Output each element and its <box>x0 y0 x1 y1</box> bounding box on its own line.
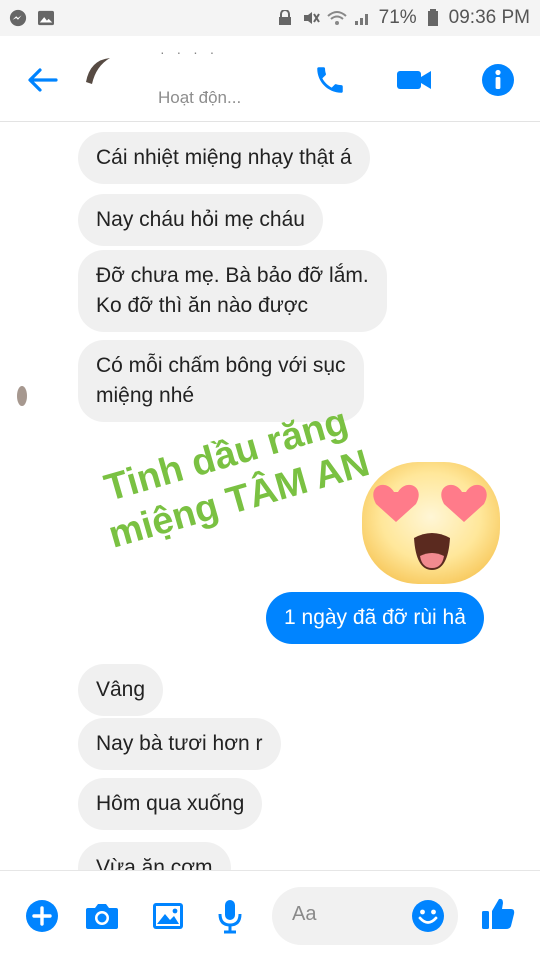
messenger-screen: 71% 09:36 PM · · · · Hoạt độn... Cái nhi… <box>0 0 540 960</box>
avatar[interactable] <box>84 52 130 98</box>
message-list[interactable]: Cái nhiệt miệng nhạy thật á Nay cháu hỏi… <box>0 122 540 870</box>
message-input[interactable]: Aa <box>272 887 458 945</box>
clock: 09:36 PM <box>448 7 530 28</box>
voice-record-button[interactable] <box>210 896 250 936</box>
gallery-button[interactable] <box>148 896 188 936</box>
messenger-icon <box>8 8 28 28</box>
video-icon <box>397 71 431 89</box>
heart-eyes-emoji <box>356 452 506 592</box>
plus-icon <box>26 900 58 932</box>
battery-percent: 71% <box>378 7 417 28</box>
emoji-icon <box>412 900 444 932</box>
emoji-button[interactable] <box>410 898 446 934</box>
composer-bar: Aa <box>0 870 540 960</box>
status-bar: 71% 09:36 PM <box>0 0 540 36</box>
gallery-icon <box>36 8 56 28</box>
sender-avatar <box>12 380 42 410</box>
voice-call-button[interactable] <box>308 58 352 102</box>
chat-header: · · · · Hoạt độn... <box>0 36 540 122</box>
camera-icon <box>86 904 118 929</box>
message-bubble[interactable]: Vừa ăn cơm <box>78 842 231 870</box>
message-bubble-sent[interactable]: 1 ngày đã đỡ rùi hả <box>266 592 484 644</box>
thumbs-up-icon <box>482 898 515 929</box>
like-button[interactable] <box>478 894 518 934</box>
message-bubble[interactable]: Đỡ chưa mẹ. Bà bảo đỡ lắm. Ko đỡ thì ăn … <box>78 250 387 332</box>
signal-icon <box>353 8 373 28</box>
info-icon <box>482 64 514 96</box>
battery-icon <box>423 8 443 28</box>
lock-icon <box>275 8 295 28</box>
message-bubble[interactable]: Cái nhiệt miệng nhạy thật á <box>78 132 370 184</box>
camera-button[interactable] <box>82 896 122 936</box>
mute-icon <box>301 8 321 28</box>
video-call-button[interactable] <box>392 58 436 102</box>
message-bubble[interactable]: Nay bà tươi hơn r <box>78 718 281 770</box>
info-button[interactable] <box>476 58 520 102</box>
more-actions-button[interactable] <box>22 896 62 936</box>
image-icon <box>153 903 183 929</box>
active-status: Hoạt độn... <box>158 88 242 107</box>
wifi-icon <box>326 8 347 28</box>
mic-icon <box>218 900 242 934</box>
contact-name[interactable]: · · · · <box>160 44 218 60</box>
back-button[interactable] <box>22 60 62 100</box>
message-input-placeholder: Aa <box>292 903 317 925</box>
phone-icon <box>317 67 343 93</box>
message-bubble[interactable]: Hôm qua xuống <box>78 778 263 830</box>
message-bubble[interactable]: Nay cháu hỏi mẹ cháu <box>78 194 323 246</box>
message-bubble[interactable]: Vâng <box>78 664 164 716</box>
back-arrow-icon <box>28 68 58 92</box>
